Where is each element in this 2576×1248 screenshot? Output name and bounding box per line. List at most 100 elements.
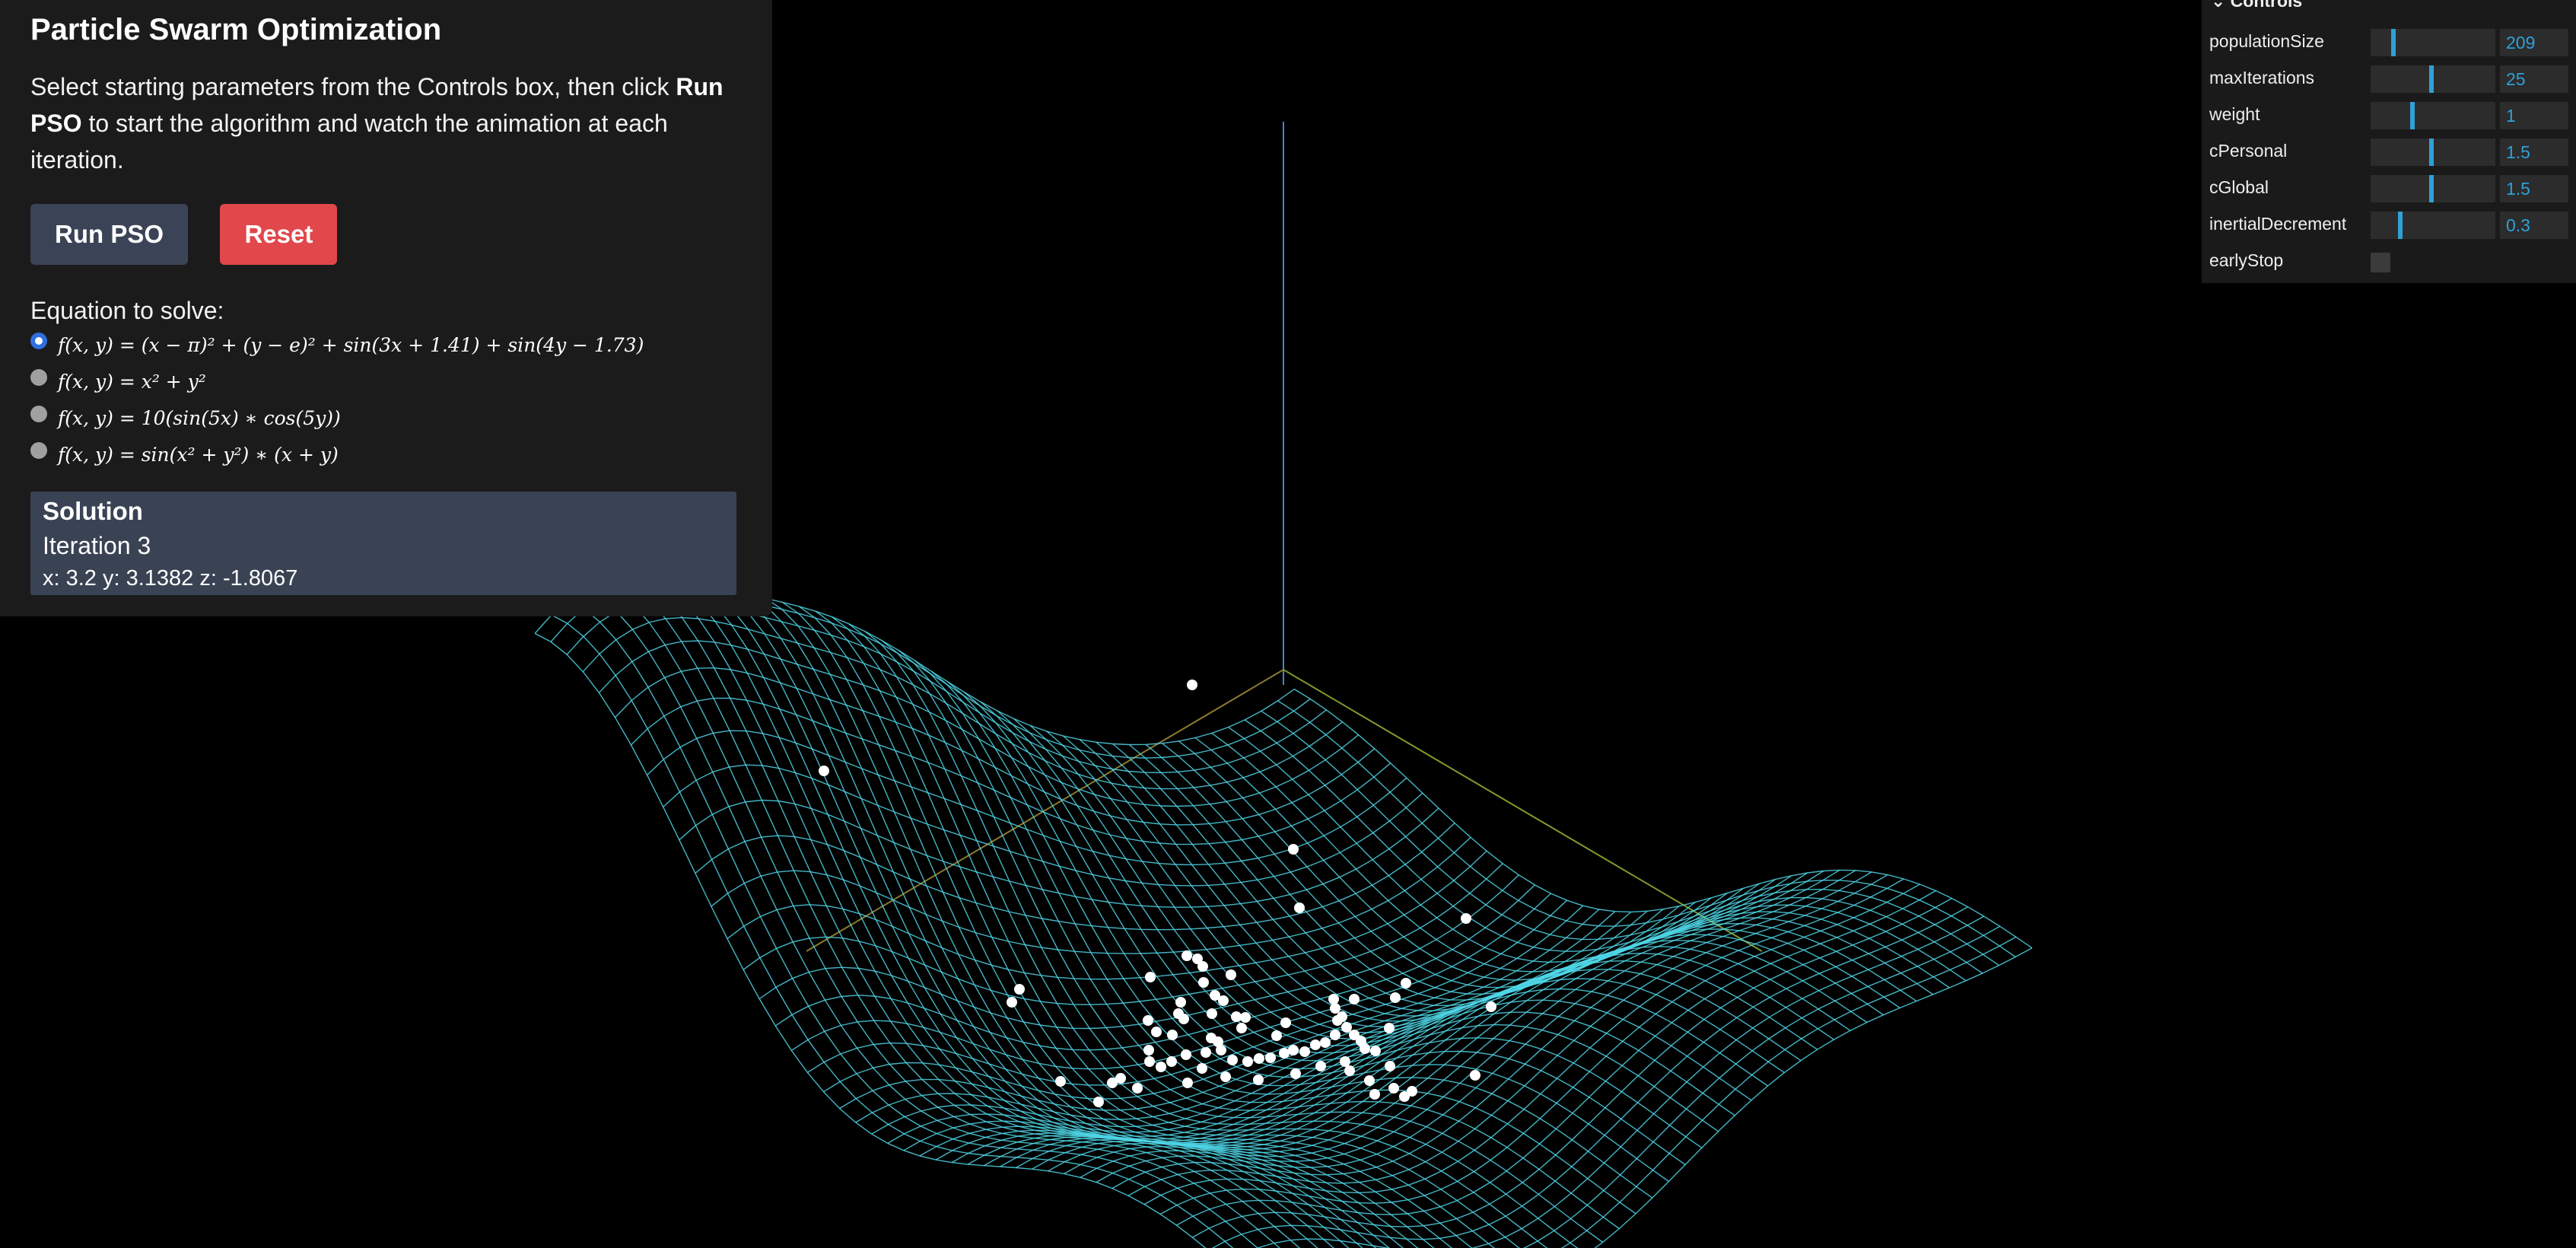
mesh-line-u bbox=[1277, 700, 2016, 958]
slider-handle[interactable] bbox=[2398, 212, 2403, 239]
equation-option-4[interactable]: f(x, y) = sin(x² + y²) ∗ (x + y) bbox=[30, 437, 742, 473]
particle bbox=[1253, 1074, 1264, 1085]
mesh-line-u bbox=[1244, 719, 1983, 974]
particle bbox=[1369, 1089, 1380, 1100]
radio-button[interactable] bbox=[30, 332, 47, 349]
weight-input[interactable]: 1 bbox=[2500, 102, 2568, 129]
particle bbox=[1279, 1048, 1290, 1059]
c-personal-slider[interactable] bbox=[2371, 138, 2495, 166]
particle bbox=[1370, 1046, 1381, 1056]
particle bbox=[1271, 1030, 1282, 1041]
max-iterations-input[interactable]: 25 bbox=[2500, 65, 2568, 93]
particle bbox=[1216, 1045, 1226, 1055]
control-inertial-decrement: inertialDecrement 0.3 bbox=[2202, 207, 2576, 240]
control-label: populationSize bbox=[2209, 31, 2324, 51]
particle bbox=[1288, 1045, 1299, 1055]
particle bbox=[1299, 1046, 1310, 1057]
radio-button[interactable] bbox=[30, 368, 47, 386]
particle bbox=[1384, 1023, 1395, 1033]
page-title: Particle Swarm Optimization bbox=[30, 13, 442, 46]
solution-coordinates: x: 3.2 y: 3.1382 z: -1.8067 bbox=[43, 566, 298, 591]
particle bbox=[1310, 1039, 1321, 1050]
slider-handle[interactable] bbox=[2429, 138, 2434, 166]
particle bbox=[1175, 997, 1186, 1008]
particle bbox=[1390, 992, 1401, 1003]
controls-header[interactable]: ⌄ Controls bbox=[2211, 0, 2302, 12]
mesh-line-u bbox=[600, 581, 1301, 1248]
mesh-line-u bbox=[1261, 710, 1999, 966]
population-size-input[interactable]: 209 bbox=[2500, 29, 2568, 56]
mesh-line-u bbox=[716, 587, 1404, 1248]
inertial-decrement-input[interactable]: 0.3 bbox=[2500, 212, 2568, 239]
particle bbox=[1407, 1086, 1417, 1097]
run-pso-button[interactable]: Run PSO bbox=[30, 204, 189, 265]
particle bbox=[1210, 990, 1220, 1001]
control-population-size: populationSize 209 bbox=[2202, 24, 2576, 58]
mesh-line-u bbox=[1293, 689, 2033, 949]
control-label: maxIterations bbox=[2209, 68, 2315, 88]
particle bbox=[1151, 1027, 1162, 1037]
c-personal-input[interactable]: 1.5 bbox=[2500, 138, 2568, 166]
particle bbox=[1198, 977, 1209, 988]
right-axis-line bbox=[1283, 669, 1763, 952]
slider-handle[interactable] bbox=[2391, 29, 2396, 56]
population-size-slider[interactable] bbox=[2371, 29, 2495, 56]
slider-handle[interactable] bbox=[2429, 175, 2434, 202]
c-global-slider[interactable] bbox=[2371, 175, 2495, 202]
chevron-down-icon: ⌄ bbox=[2211, 0, 2231, 11]
equation-option-3[interactable]: f(x, y) = 10(sin(5x) ∗ cos(5y)) bbox=[30, 400, 742, 437]
particle bbox=[1144, 1056, 1155, 1067]
reset-button[interactable]: Reset bbox=[220, 204, 338, 265]
max-iterations-slider[interactable] bbox=[2371, 65, 2495, 93]
control-label: cPersonal bbox=[2209, 141, 2288, 161]
equation-option-2[interactable]: f(x, y) = x² + y² bbox=[30, 364, 742, 400]
particle bbox=[1388, 1083, 1399, 1094]
controls-title: Controls bbox=[2230, 0, 2303, 11]
mesh-line-u bbox=[782, 601, 1473, 1248]
particle bbox=[1242, 1056, 1253, 1067]
particle bbox=[1132, 1083, 1143, 1094]
radio-button[interactable] bbox=[30, 405, 47, 422]
inertial-decrement-slider[interactable] bbox=[2371, 212, 2495, 239]
particle bbox=[1461, 913, 1471, 924]
particle bbox=[1290, 1068, 1301, 1079]
button-row: Run PSO Reset bbox=[30, 204, 742, 265]
equation-radio-group: f(x, y) = (x − π)² + (y − e)² + sin(3x +… bbox=[30, 327, 742, 473]
control-c-personal: cPersonal 1.5 bbox=[2202, 134, 2576, 167]
radio-button[interactable] bbox=[30, 441, 47, 459]
particle bbox=[1055, 1076, 1066, 1087]
control-label: earlyStop bbox=[2209, 250, 2284, 270]
mesh-line-v bbox=[663, 764, 1423, 887]
particle bbox=[1486, 1001, 1496, 1012]
axes-helper bbox=[806, 122, 1763, 952]
left-axis-line bbox=[806, 669, 1284, 952]
c-global-input[interactable]: 1.5 bbox=[2500, 175, 2568, 202]
particle bbox=[1240, 1012, 1251, 1023]
particle bbox=[1330, 1030, 1340, 1040]
particle bbox=[1344, 1065, 1355, 1076]
mesh-line-v bbox=[1175, 890, 1936, 1226]
particle bbox=[1187, 680, 1197, 690]
particle bbox=[1143, 1015, 1153, 1026]
control-early-stop: earlyStop bbox=[2202, 244, 2576, 277]
equation-option-1[interactable]: f(x, y) = (x − π)² + (y − e)² + sin(3x +… bbox=[30, 327, 742, 364]
mesh-line-v bbox=[727, 850, 1487, 980]
slider-handle[interactable] bbox=[2410, 102, 2415, 129]
mesh-line-u bbox=[683, 580, 1377, 1248]
particle bbox=[1341, 1022, 1352, 1033]
mesh-line-u bbox=[1079, 739, 1818, 1050]
weight-slider[interactable] bbox=[2371, 102, 2495, 129]
mesh-line-v bbox=[1111, 871, 1872, 1189]
particle bbox=[819, 766, 829, 776]
particle bbox=[1197, 961, 1208, 972]
mesh-line-u bbox=[551, 614, 1234, 1248]
mesh-line-u bbox=[617, 577, 1318, 1248]
control-max-iterations: maxIterations 25 bbox=[2202, 61, 2576, 94]
particle bbox=[1315, 1061, 1326, 1071]
slider-handle[interactable] bbox=[2429, 65, 2434, 93]
info-panel: Particle Swarm Optimization Select start… bbox=[0, 0, 772, 616]
equation-label: f(x, y) = x² + y² bbox=[58, 371, 206, 393]
particle bbox=[1181, 1049, 1191, 1060]
particle bbox=[1288, 844, 1299, 855]
early-stop-checkbox[interactable] bbox=[2371, 253, 2390, 272]
